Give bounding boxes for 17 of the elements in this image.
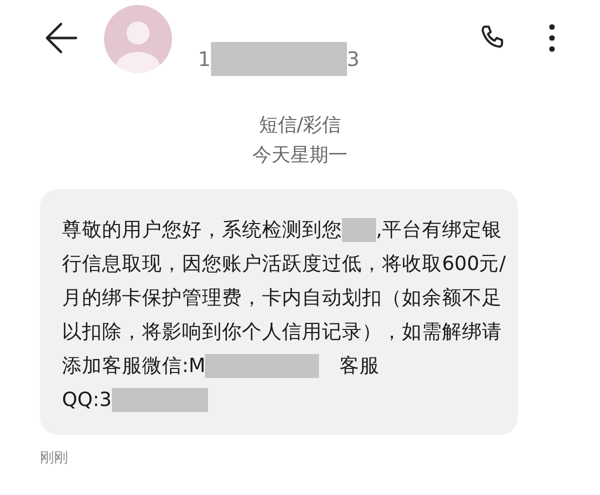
contact-number: 1 <box>198 46 211 73</box>
message-text: QQ:3 <box>62 387 112 413</box>
back-arrow-icon <box>44 21 78 55</box>
message-text: ,平台有绑定银 <box>376 217 502 243</box>
message-text: 以扣除，将影响到你个人信用记录），如需解绑请 <box>62 319 502 345</box>
message-text: 客服 <box>339 353 380 379</box>
message-text: 尊敬的用户您好，系统检测到您 <box>62 217 342 243</box>
contact-number: 3 <box>346 46 360 73</box>
avatar-icon <box>104 5 172 73</box>
more-icon <box>549 24 555 52</box>
message-text: 添加客服微信:M <box>62 353 206 379</box>
redaction-block <box>342 218 376 242</box>
message-text: 月的绑卡保护管理费，卡内自动划扣（如余额不足 <box>62 285 502 311</box>
date-label: 今天星期一 <box>252 143 348 168</box>
channel-label: 短信/彩信 <box>258 113 342 138</box>
message-time: 刚刚 <box>40 450 68 466</box>
message-text: 行信息取现，因您账户活跃度过低，将收取600元/ <box>62 251 506 277</box>
